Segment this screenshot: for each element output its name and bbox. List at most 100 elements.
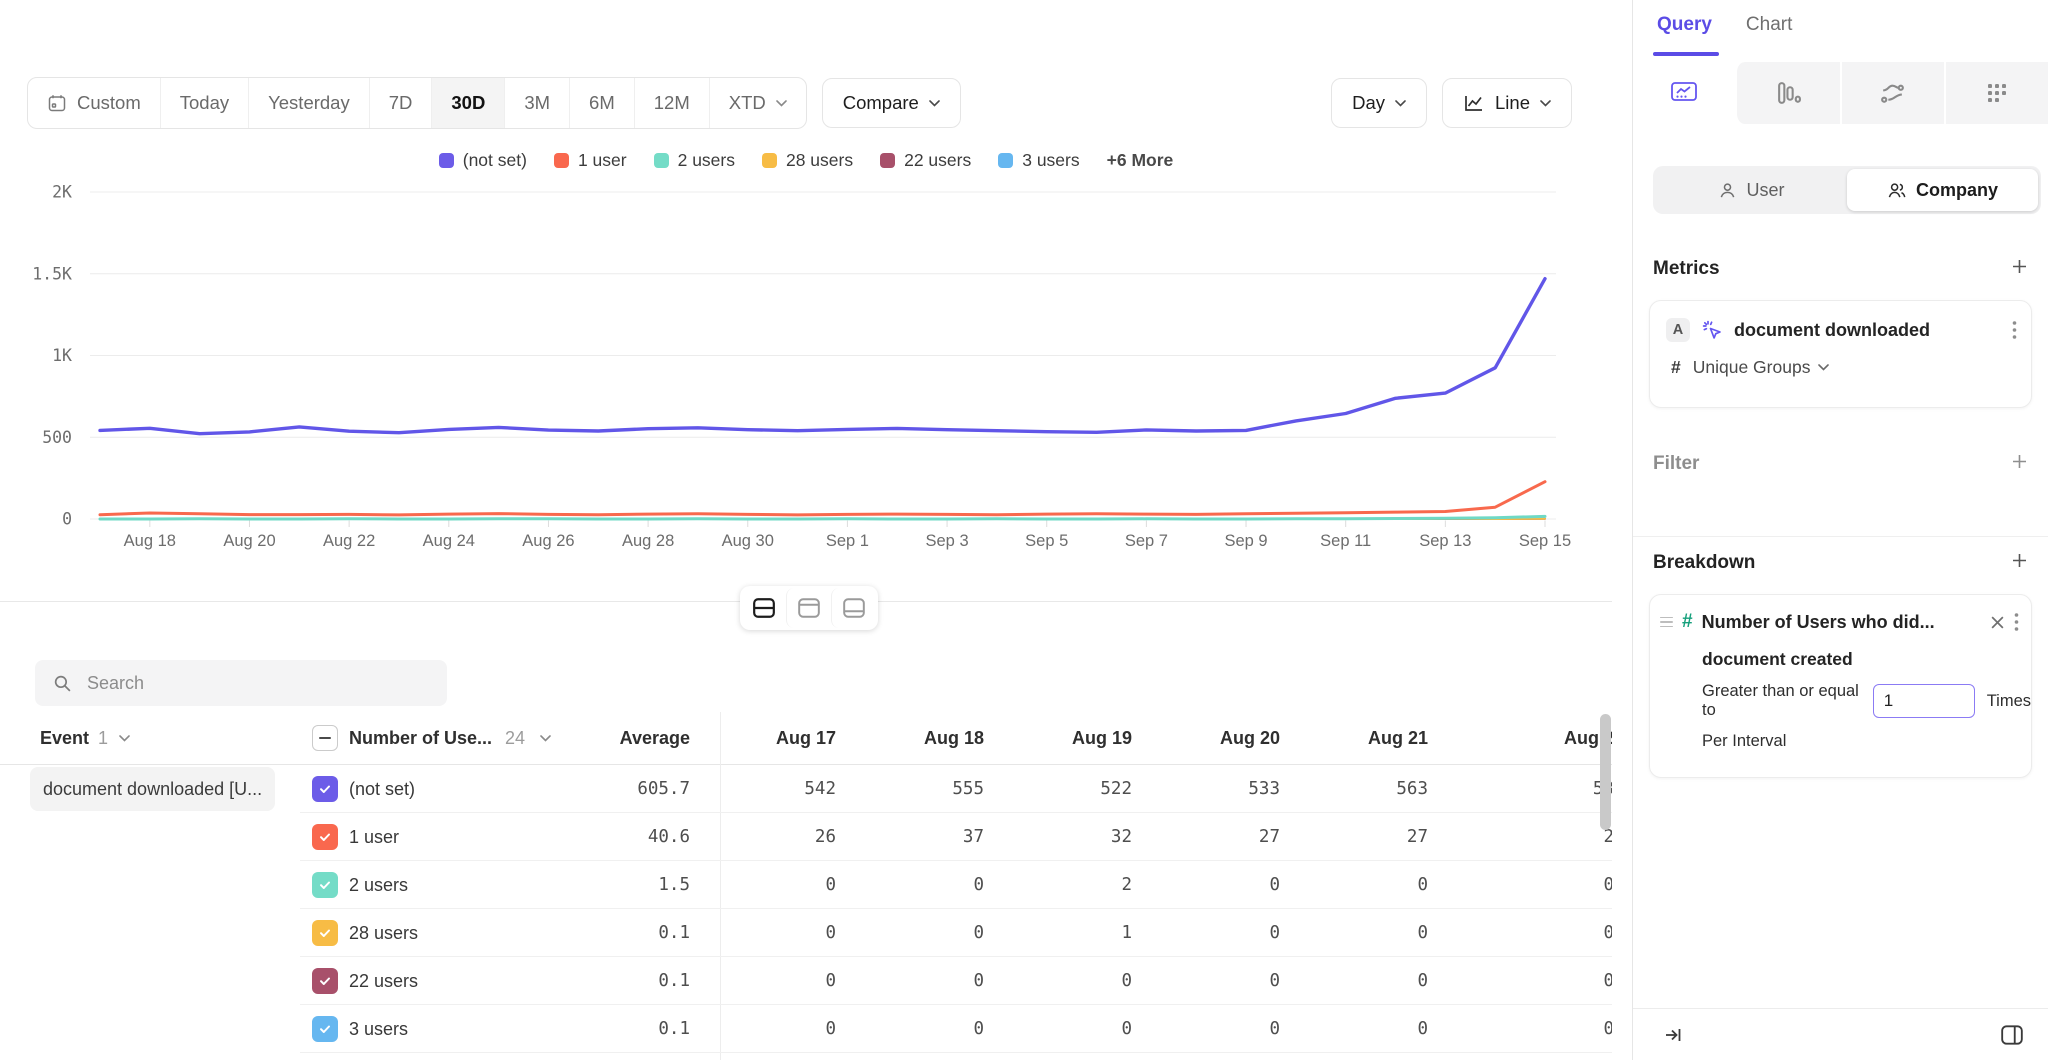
search-input[interactable] [35,660,447,706]
table-view-toggle [740,586,878,630]
cell-value: 0 [698,971,846,991]
cell-value: 26 [698,827,846,847]
sidebar-toggle-icon[interactable] [2000,1024,2024,1046]
x-axis-tick-label: Sep 15 [1519,532,1571,550]
compare-button[interactable]: Compare [822,78,961,128]
table-bottom-view-icon[interactable] [831,588,876,628]
cell-value: 2 [994,875,1142,895]
range-xtd[interactable]: XTD [709,78,806,128]
series-label[interactable]: 1 user [349,827,399,848]
range-yesterday[interactable]: Yesterday [248,78,369,128]
range-7d[interactable]: 7D [369,78,432,128]
cell-value: 0 [1142,1019,1290,1039]
search-field[interactable] [85,672,429,695]
add-filter-button[interactable] [2011,453,2028,470]
series-checkbox[interactable] [312,824,338,850]
scope-toggle: User Company [1653,166,2041,214]
chevron-down-icon [929,100,940,107]
y-axis-tick-label: 1.5K [32,264,72,283]
date-range-group: CustomTodayYesterday7D30D3M6M12MXTD [27,77,807,129]
table-row: 2 users1.5002000 [0,861,1612,909]
y-axis-tick-label: 2K [52,183,72,202]
series-label[interactable]: 3 users [349,1019,408,1040]
tab-query[interactable]: Query [1657,14,1712,36]
date-column-header[interactable]: Aug 2 [1438,728,1612,749]
breakdown-condition-row: Greater than or equal to Times [1650,670,2031,720]
range-12m[interactable]: 12M [634,78,709,128]
x-axis-tick-label: Aug 22 [323,532,375,550]
add-metric-button[interactable] [2011,258,2028,275]
close-icon[interactable] [1990,615,2005,630]
group-column-header[interactable]: Number of Use...24 [300,725,580,751]
x-axis-tick-label: Aug 18 [124,532,176,550]
series-checkbox[interactable] [312,776,338,802]
range-custom[interactable]: Custom [28,78,160,128]
chevron-down-icon [540,735,551,742]
x-axis-tick-label: Aug 30 [722,532,774,550]
x-axis-tick-label: Sep 1 [826,532,869,550]
chevron-down-icon [1395,100,1406,107]
date-column-header[interactable]: Aug 20 [1142,728,1290,749]
aggregation-dropdown[interactable]: Unique Groups [1693,357,1830,378]
cell-value: 53 [1438,779,1612,799]
vertical-scrollbar[interactable] [1600,714,1611,830]
bar-chart-icon[interactable] [1735,62,1839,124]
x-axis-tick-label: Sep 7 [1125,532,1168,550]
collapse-panel-icon[interactable] [1663,1025,1683,1045]
range-today[interactable]: Today [160,78,248,128]
add-breakdown-button[interactable] [2011,552,2028,569]
date-column-header[interactable]: Aug 17 [698,728,846,749]
segmentation-chart-icon[interactable] [1633,62,1735,124]
scope-user[interactable]: User [1656,169,1847,211]
chart-type-button[interactable]: Line [1442,78,1572,128]
granularity-label: Day [1352,92,1385,114]
event-column-header[interactable]: Event1 [0,728,300,749]
series-label[interactable]: 22 users [349,971,418,992]
series-cell: 28 users [300,920,580,946]
cell-value: 0 [994,1019,1142,1039]
metric-letter-badge: A [1666,318,1690,342]
event-name-pill[interactable]: document downloaded [U... [30,767,275,811]
breakdown-event-name: document created [1650,633,2031,670]
series-checkbox[interactable] [312,920,338,946]
drag-handle-icon[interactable] [1660,617,1673,628]
kebab-menu-icon[interactable] [2014,612,2019,632]
range-30d[interactable]: 30D [431,78,504,128]
table-body: document downloaded [U...(not set)605.75… [0,765,1612,1053]
series-checkbox[interactable] [312,1016,338,1042]
numeric-property-icon: # [1682,611,1693,633]
metric-card[interactable]: A document downloaded # Unique Groups [1649,300,2032,408]
series-checkbox[interactable] [312,968,338,994]
times-input[interactable] [1873,684,1975,718]
grid-dots-icon[interactable] [1944,62,2048,124]
flow-chart-icon[interactable] [1840,62,1944,124]
cell-value: 0 [698,1019,846,1039]
scope-company[interactable]: Company [1847,169,2038,211]
cell-value: 0 [1438,971,1612,991]
scope-user-label: User [1746,180,1784,201]
table-top-view-icon[interactable] [786,588,831,628]
range-6m[interactable]: 6M [569,78,634,128]
series-checkbox[interactable] [312,872,338,898]
y-axis-tick-label: 1K [52,346,72,365]
panel-section-divider [1633,536,2048,537]
x-axis-tick-label: Sep 11 [1320,532,1371,550]
date-column-header[interactable]: Aug 21 [1290,728,1438,749]
series-label[interactable]: 28 users [349,923,418,944]
date-column-header[interactable]: Aug 19 [994,728,1142,749]
table-row: 22 users0.1000000 [0,957,1612,1005]
cell-value: 0 [846,971,994,991]
date-column-header[interactable]: Aug 18 [846,728,994,749]
cell-value: 2 [1438,827,1612,847]
granularity-button[interactable]: Day [1331,78,1427,128]
tab-chart[interactable]: Chart [1746,14,1792,36]
series-label[interactable]: 2 users [349,875,408,896]
kebab-menu-icon[interactable] [2012,320,2017,340]
range-3m[interactable]: 3M [504,78,569,128]
split-view-icon[interactable] [742,588,786,628]
average-column-header[interactable]: Average [580,728,698,749]
chevron-down-icon [1818,364,1829,371]
x-axis-tick-label: Sep 5 [1025,532,1068,550]
series-label[interactable]: (not set) [349,779,415,800]
select-all-checkbox[interactable] [312,725,338,751]
